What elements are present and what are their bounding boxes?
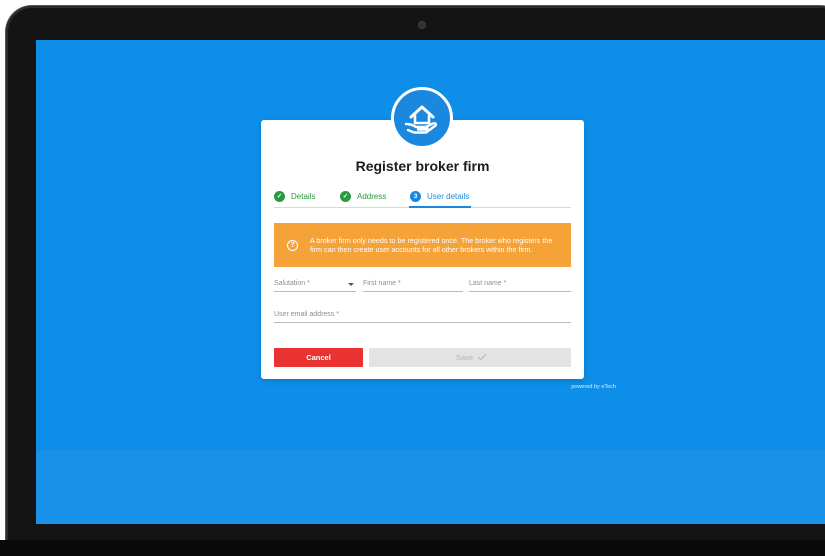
powered-by: powered by eTech <box>536 384 616 390</box>
brand-text: eTech <box>601 384 616 390</box>
laptop-chin <box>0 540 825 556</box>
screen-lower-band <box>36 450 825 524</box>
logo <box>391 87 453 149</box>
powered-by-text: powered by <box>571 384 600 390</box>
step-address[interactable]: ✓ Address <box>340 186 386 206</box>
step-label: Details <box>291 191 316 201</box>
email-field[interactable]: User email address * <box>274 309 571 323</box>
webcam <box>419 22 425 28</box>
checkmark-icon <box>477 351 487 361</box>
salutation-placeholder: Salutation * <box>274 280 310 287</box>
screen: Register broker firm ✓ Details ✓ Address… <box>36 40 825 524</box>
chevron-down-icon <box>348 283 354 286</box>
step-user-details[interactable]: 3 User details <box>410 186 469 206</box>
last-name-field[interactable]: Last name * <box>469 278 571 292</box>
save-button-label: Save <box>455 353 474 362</box>
step-number-icon: 3 <box>410 190 421 202</box>
stepper: ✓ Details ✓ Address 3 User details <box>274 186 571 210</box>
check-circle-icon: ✓ <box>274 190 285 202</box>
step-label: Address <box>357 191 387 201</box>
page-title: Register broker firm <box>355 158 490 174</box>
email-placeholder: User email address * <box>274 311 339 318</box>
cancel-button-label: Cancel <box>306 353 331 362</box>
salutation-select[interactable]: Salutation * <box>274 278 356 292</box>
first-name-field[interactable]: First name * <box>363 278 463 292</box>
check-circle-icon: ✓ <box>340 190 351 202</box>
help-circle-icon: ? <box>287 239 298 251</box>
register-card: Register broker firm ✓ Details ✓ Address… <box>261 120 584 379</box>
step-label: User details <box>427 191 470 201</box>
first-name-placeholder: First name * <box>363 280 401 287</box>
stepper-active-indicator <box>409 206 471 208</box>
house-in-hand-icon <box>404 105 438 134</box>
last-name-placeholder: Last name * <box>469 280 507 287</box>
banner-text: A broker firm only needs to be registere… <box>310 236 553 254</box>
save-button[interactable]: Save <box>369 348 571 367</box>
step-details[interactable]: ✓ Details <box>274 186 315 206</box>
cancel-button[interactable]: Cancel <box>274 348 363 367</box>
info-banner: ? A broker firm only needs to be registe… <box>274 223 571 267</box>
